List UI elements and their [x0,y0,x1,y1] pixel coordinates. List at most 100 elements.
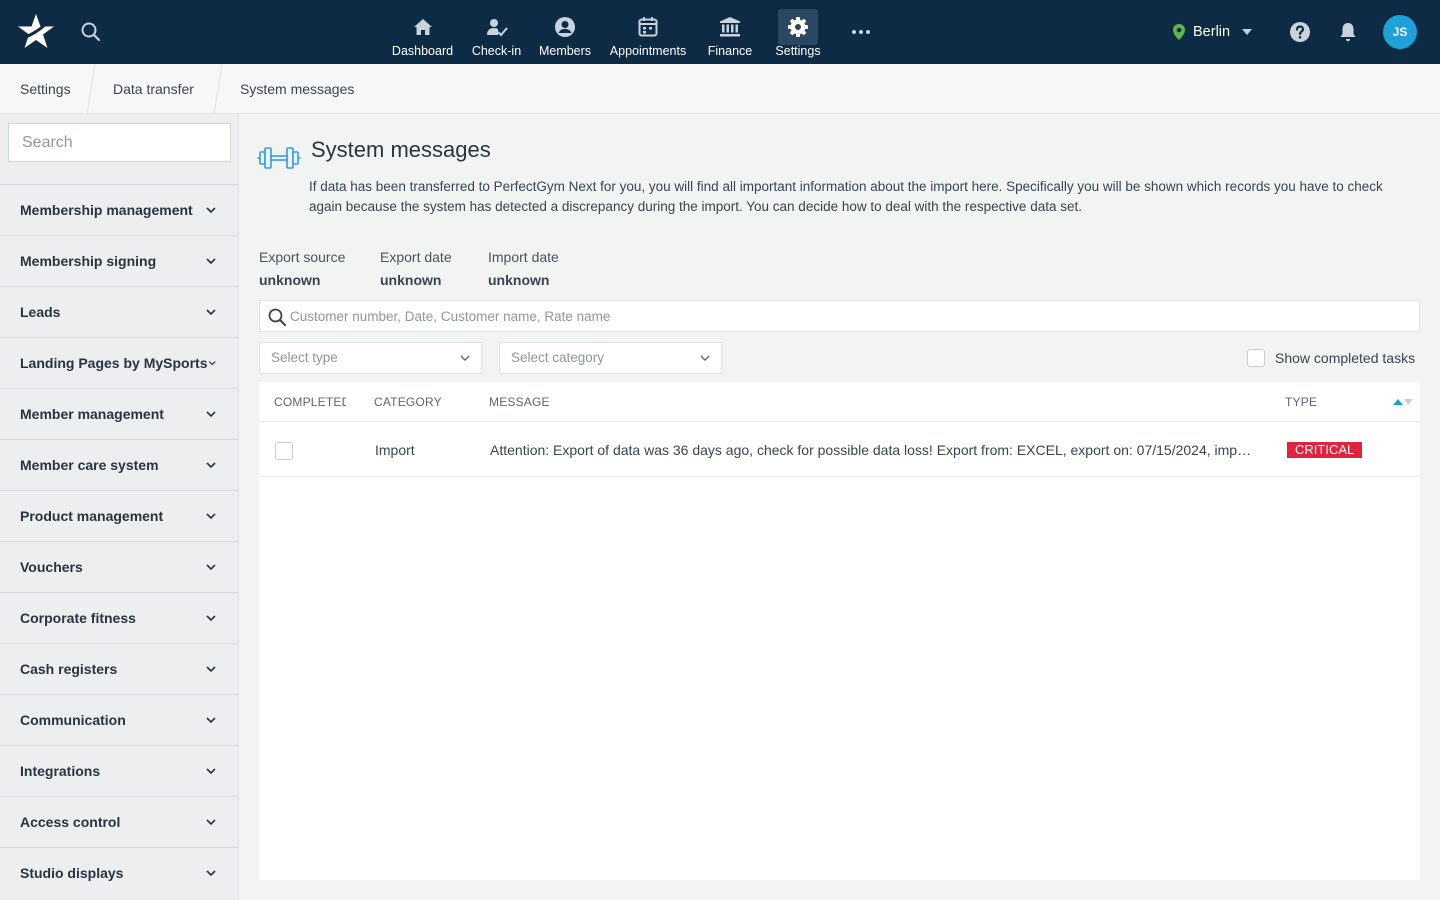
nav-label: Finance [707,44,753,58]
sidebar-item-communication[interactable]: Communication [0,694,238,745]
column-header-category[interactable]: CATEGORY [374,382,442,422]
row-message: Attention: Export of data was 36 days ag… [490,442,1253,458]
message-search-input[interactable] [290,301,1410,331]
dumbbell-icon [257,143,301,173]
sidebar-item-label: Member management [20,406,164,422]
system-messages-table: COMPLETED CATEGORY MESSAGE TYPE Import A… [259,382,1420,880]
chevron-down-icon [209,361,217,366]
sidebar-item-label: Studio displays [20,865,124,881]
help-icon[interactable] [1288,20,1312,44]
caret-down-icon [1242,29,1253,35]
show-completed-toggle[interactable]: Show completed tasks [1247,349,1415,367]
sidebar-item-access-control[interactable]: Access control [0,796,238,847]
chevron-down-icon [206,309,216,316]
table-row[interactable]: Import Attention: Export of data was 36 … [259,423,1420,477]
nav-label: Dashboard [391,44,454,58]
sidebar-item-landing-pages[interactable]: Landing Pages by MySports [0,337,238,388]
home-icon [403,9,443,45]
sidebar-item-label: Membership management [20,202,193,218]
breadcrumb-settings[interactable]: Settings [20,64,71,114]
sidebar-item-label: Membership signing [20,253,157,269]
select-type-dropdown[interactable]: Select type [259,342,482,374]
location-pin-icon [1173,24,1185,40]
nav-settings[interactable]: Settings [773,0,823,64]
sidebar-item-corporate-fitness[interactable]: Corporate fitness [0,592,238,643]
more-options-icon[interactable] [848,20,874,44]
import-date-label: Import date [488,249,559,265]
bank-icon [710,9,750,45]
sidebar-item-label: Communication [20,712,126,728]
sidebar-item-membership-management[interactable]: Membership management [0,184,238,235]
import-date-value: unknown [488,272,550,288]
check-in-icon [477,9,517,45]
row-completed-checkbox[interactable] [275,442,293,460]
export-source-info: Export source unknown [259,249,345,288]
sidebar-search-input[interactable] [8,123,231,162]
search-icon[interactable] [79,20,103,44]
nav-appointments[interactable]: Appointments [607,0,689,64]
gear-icon [778,9,818,45]
chevron-down-icon [206,564,216,571]
row-category: Import [375,442,415,458]
sidebar-item-label: Leads [20,304,61,320]
chevron-down-icon [206,462,216,469]
nav-label: Appointments [609,44,687,58]
sidebar-item-label: Corporate fitness [20,610,136,626]
import-date-info: Import date unknown [488,249,559,288]
bell-icon[interactable] [1336,20,1360,44]
show-completed-checkbox[interactable] [1247,349,1265,367]
export-source-label: Export source [259,249,346,265]
sidebar-item-studio-displays[interactable]: Studio displays [0,847,238,898]
star-logo-icon[interactable] [14,10,58,54]
nav-label: Check-in [471,44,522,58]
nav-finance[interactable]: Finance [706,0,754,64]
nav-label: Members [538,44,592,58]
nav-dashboard[interactable]: Dashboard [391,0,454,64]
sort-ascending-icon[interactable] [1392,397,1414,407]
export-date-info: Export date unknown [380,249,452,288]
breadcrumb-data-transfer[interactable]: Data transfer [113,64,194,114]
chevron-down-icon [206,411,216,418]
breadcrumb-separator [213,64,223,114]
sidebar-item-member-care-system[interactable]: Member care system [0,439,238,490]
chevron-down-icon [206,258,216,265]
page-title: System messages [311,137,491,162]
chevron-down-icon [206,870,216,877]
show-completed-label: Show completed tasks [1275,350,1416,366]
sidebar-item-product-management[interactable]: Product management [0,490,238,541]
column-header-completed[interactable]: COMPLETED [274,382,346,422]
sidebar-item-leads[interactable]: Leads [0,286,238,337]
select-category-placeholder: Select category [511,350,605,365]
chevron-down-icon [206,717,216,724]
user-avatar[interactable]: JS [1383,15,1417,49]
sidebar-item-membership-signing[interactable]: Membership signing [0,235,238,286]
critical-type-badge: CRITICAL [1287,442,1363,458]
sidebar-item-cash-registers[interactable]: Cash registers [0,643,238,694]
location-label: Berlin [1193,24,1231,40]
search-icon [268,308,286,326]
chevron-down-icon [206,819,216,826]
sidebar-item-label: Integrations [20,763,101,779]
chevron-down-icon [206,666,216,673]
members-icon [545,9,585,45]
column-header-message[interactable]: MESSAGE [489,382,550,422]
breadcrumb-system-messages: System messages [240,81,355,97]
sidebar-item-label: Access control [20,814,121,830]
chevron-down-icon [206,768,216,775]
nav-check-in[interactable]: Check-in [469,0,524,64]
nav-members[interactable]: Members [537,0,593,64]
breadcrumb-separator [86,64,96,114]
chevron-down-icon [460,355,470,361]
select-category-dropdown[interactable]: Select category [499,342,722,374]
sidebar-item-integrations[interactable]: Integrations [0,745,238,796]
sidebar-item-label: Member care system [20,457,159,473]
export-date-value: unknown [380,272,442,288]
sidebar-item-label: Product management [20,508,164,524]
sidebar-item-vouchers[interactable]: Vouchers [0,541,238,592]
sidebar-item-label: Vouchers [20,559,83,575]
sidebar-item-member-management[interactable]: Member management [0,388,238,439]
column-header-type[interactable]: TYPE [1285,382,1317,422]
top-navigation-bar: Dashboard Check-in Members Appointments … [0,0,1440,64]
page-description: If data has been transferred to PerfectG… [309,179,1383,214]
location-selector[interactable]: Berlin [1171,21,1253,43]
